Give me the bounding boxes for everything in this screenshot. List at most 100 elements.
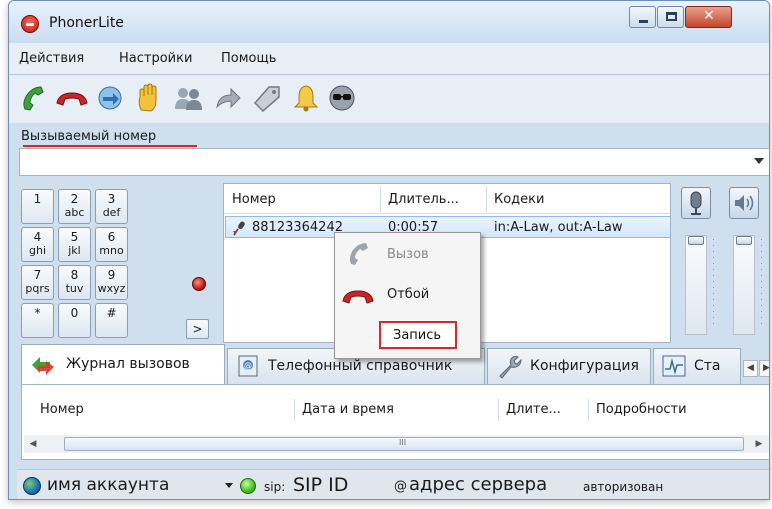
call-number: 88123364242: [252, 220, 343, 235]
column-divider: [486, 186, 487, 212]
sip-id: SIP ID: [293, 474, 349, 496]
ctx-hangup-item[interactable]: Отбой: [337, 277, 478, 311]
key-star[interactable]: *: [21, 303, 54, 338]
key-9[interactable]: 9 wxyz: [95, 265, 128, 300]
call-button[interactable]: [19, 83, 49, 113]
key-letters: tuv: [65, 282, 84, 295]
speaker-volume-thumb[interactable]: [736, 236, 752, 245]
transfer-icon: [98, 86, 122, 110]
transfer-button[interactable]: [95, 83, 125, 113]
tab-statistics[interactable]: Ста: [653, 348, 741, 384]
tab-label: Телефонный справочник: [268, 358, 453, 374]
ctx-label: Отбой: [387, 287, 430, 302]
tab-call-log[interactable]: Журнал вызовов: [21, 344, 225, 384]
speaker-mute-button[interactable]: [729, 187, 759, 219]
ctx-label: Вызов: [387, 247, 429, 262]
keypad-more-button[interactable]: >: [186, 319, 209, 339]
bell-button[interactable]: [291, 83, 321, 113]
hold-icon: [138, 83, 157, 112]
anonymous-button[interactable]: [327, 83, 357, 113]
bell-icon: [293, 85, 319, 112]
menu-bar: Действия Настройки Помощь: [9, 43, 769, 75]
key-digit: 9: [107, 268, 116, 282]
conference-button[interactable]: [173, 83, 203, 113]
key-6[interactable]: 6 mno: [95, 227, 128, 262]
sip-at: @: [394, 479, 407, 494]
svg-text:@: @: [244, 361, 252, 370]
mic-volume-thumb[interactable]: [688, 236, 704, 245]
sip-prefix: sip:: [264, 480, 286, 494]
record-indicator-icon: [192, 277, 206, 291]
close-button[interactable]: ✕: [685, 6, 732, 28]
column-divider: [498, 399, 499, 421]
scrollbar-thumb[interactable]: III: [64, 437, 744, 451]
call-log-table: Номер Дата и время Длите... Подробности …: [21, 384, 769, 460]
forward-icon: [216, 87, 241, 109]
hangup-button[interactable]: [55, 83, 88, 113]
col-codecs[interactable]: Кодеки: [494, 192, 544, 207]
dropdown-arrow-icon[interactable]: [754, 158, 764, 164]
maximize-icon: [666, 12, 677, 21]
app-logo-icon: [21, 15, 39, 33]
tag-button[interactable]: [251, 83, 281, 113]
hangup-icon: [342, 290, 374, 304]
menu-actions[interactable]: Действия: [19, 51, 84, 66]
title-bar[interactable]: PhonerLite ✕: [9, 1, 769, 43]
callee-number-combo[interactable]: [19, 148, 769, 176]
key-letters: abc: [64, 206, 85, 219]
key-4[interactable]: 4 ghi: [21, 227, 54, 262]
key-digit: #: [106, 306, 117, 320]
tab-scroll-right[interactable]: ▶: [759, 360, 769, 377]
close-icon: ✕: [703, 8, 715, 24]
account-name[interactable]: имя аккаунта: [47, 475, 169, 495]
log-col-number[interactable]: Номер: [40, 402, 84, 417]
key-letters: mno: [99, 244, 124, 257]
key-5[interactable]: 5 jkl: [58, 227, 91, 262]
horizontal-scrollbar[interactable]: ◀ III ▶: [24, 435, 769, 453]
minimize-button[interactable]: [629, 6, 656, 28]
key-8[interactable]: 8 tuv: [58, 265, 91, 300]
column-divider: [380, 186, 381, 212]
microphone-icon: [233, 221, 245, 236]
ctx-record-item[interactable]: Запись: [379, 321, 457, 349]
volume-panel: [677, 183, 769, 343]
col-duration[interactable]: Длитель...: [388, 192, 459, 207]
key-digit: 4: [33, 230, 42, 244]
maximize-button[interactable]: [657, 6, 684, 28]
menu-settings[interactable]: Настройки: [119, 51, 192, 66]
tab-label: Конфигурация: [530, 358, 639, 374]
key-digit: *: [34, 306, 41, 320]
forward-button[interactable]: [213, 83, 243, 113]
speaker-icon: [735, 195, 754, 211]
hold-button[interactable]: [133, 83, 163, 113]
key-1[interactable]: 1: [21, 189, 54, 224]
tab-configuration[interactable]: Конфигурация: [487, 348, 651, 384]
key-2[interactable]: 2 abc: [58, 189, 91, 224]
key-7[interactable]: 7 pqrs: [21, 265, 54, 300]
registration-status-icon: [240, 478, 256, 494]
speaker-volume-slider[interactable]: [733, 235, 755, 335]
log-col-details[interactable]: Подробности: [596, 402, 687, 417]
key-0[interactable]: 0: [58, 303, 91, 338]
slider-ticks: [761, 239, 762, 329]
key-3[interactable]: 3 def: [95, 189, 128, 224]
scroll-left-icon[interactable]: ◀: [26, 437, 40, 451]
call-icon: [349, 243, 368, 265]
key-hash[interactable]: #: [95, 303, 128, 338]
key-digit: 1: [33, 192, 42, 206]
mic-mute-button[interactable]: [681, 187, 711, 219]
menu-help[interactable]: Помощь: [221, 51, 276, 66]
mic-volume-slider[interactable]: [685, 235, 707, 335]
conference-icon: [175, 88, 202, 110]
log-col-duration[interactable]: Длите...: [506, 402, 561, 417]
log-col-datetime[interactable]: Дата и время: [302, 402, 394, 417]
column-divider: [294, 399, 295, 421]
scroll-right-icon[interactable]: ▶: [752, 437, 766, 451]
col-number[interactable]: Номер: [232, 192, 276, 207]
tab-label: Ста: [694, 358, 721, 374]
account-dropdown-icon[interactable]: [225, 483, 233, 488]
column-divider: [588, 399, 589, 421]
anonymous-icon: [329, 85, 355, 111]
ctx-call-item[interactable]: Вызов: [337, 237, 478, 271]
tab-scroll-left[interactable]: ◀: [743, 360, 758, 377]
